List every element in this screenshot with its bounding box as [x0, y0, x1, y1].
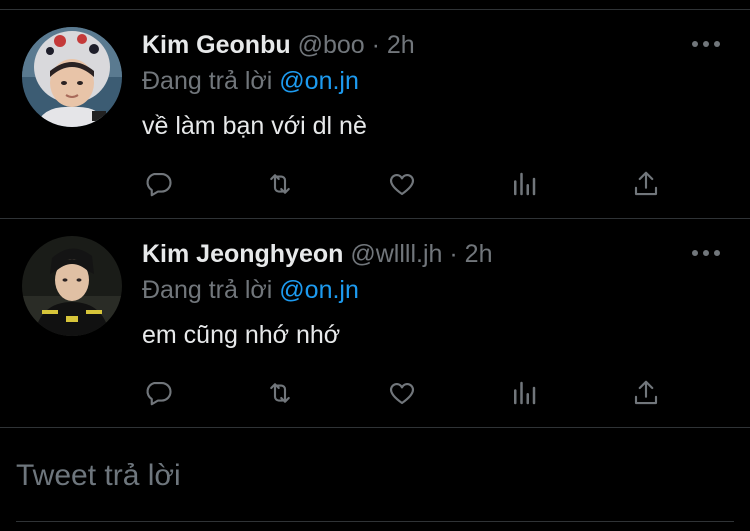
display-name[interactable]: Kim Geonbu [142, 31, 291, 59]
tweet[interactable]: Kim Geonbu @boo · 2h Đang trả lời @on.jn… [0, 10, 750, 218]
more-icon[interactable] [692, 243, 720, 263]
tweet-header: Kim Jeonghyeon @wllll.jh · 2h [142, 239, 492, 269]
tweet-header: Kim Geonbu @boo · 2h [142, 30, 415, 60]
retweet-icon[interactable] [263, 167, 297, 201]
reply-composer [0, 428, 750, 531]
tweet-actions [140, 376, 670, 410]
like-icon[interactable] [385, 167, 419, 201]
like-icon[interactable] [385, 376, 419, 410]
timestamp[interactable]: 2h [387, 31, 415, 59]
tweet-actions [140, 167, 670, 201]
replying-to: Đang trả lời @on.jn [142, 275, 359, 305]
timestamp[interactable]: 2h [465, 240, 493, 268]
mention-link[interactable]: @on.jn [279, 276, 359, 304]
reply-icon[interactable] [141, 167, 175, 201]
more-icon[interactable] [692, 34, 720, 54]
tweet-text: về làm bạn với dl nè [142, 112, 367, 140]
share-icon[interactable] [629, 167, 663, 201]
replying-prefix: Đang trả lời [142, 67, 273, 95]
user-handle[interactable]: @boo [298, 31, 365, 59]
reply-icon[interactable] [141, 376, 175, 410]
analytics-icon[interactable] [507, 376, 541, 410]
mention-link[interactable]: @on.jn [279, 67, 359, 95]
share-icon[interactable] [629, 376, 663, 410]
tweet[interactable]: Kim Jeonghyeon @wllll.jh · 2h Đang trả l… [0, 219, 750, 427]
reply-underline [16, 521, 734, 522]
user-handle[interactable]: @wllll.jh [350, 240, 442, 268]
replying-prefix: Đang trả lời [142, 276, 273, 304]
tweet-text: em cũng nhớ nhớ [142, 321, 341, 349]
analytics-icon[interactable] [507, 167, 541, 201]
avatar[interactable] [22, 27, 122, 127]
avatar[interactable] [22, 236, 122, 336]
display-name[interactable]: Kim Jeonghyeon [142, 240, 343, 268]
reply-input[interactable] [16, 452, 716, 500]
separator: · [449, 240, 458, 268]
separator: · [371, 31, 380, 59]
retweet-icon[interactable] [263, 376, 297, 410]
replying-to: Đang trả lời @on.jn [142, 66, 359, 96]
